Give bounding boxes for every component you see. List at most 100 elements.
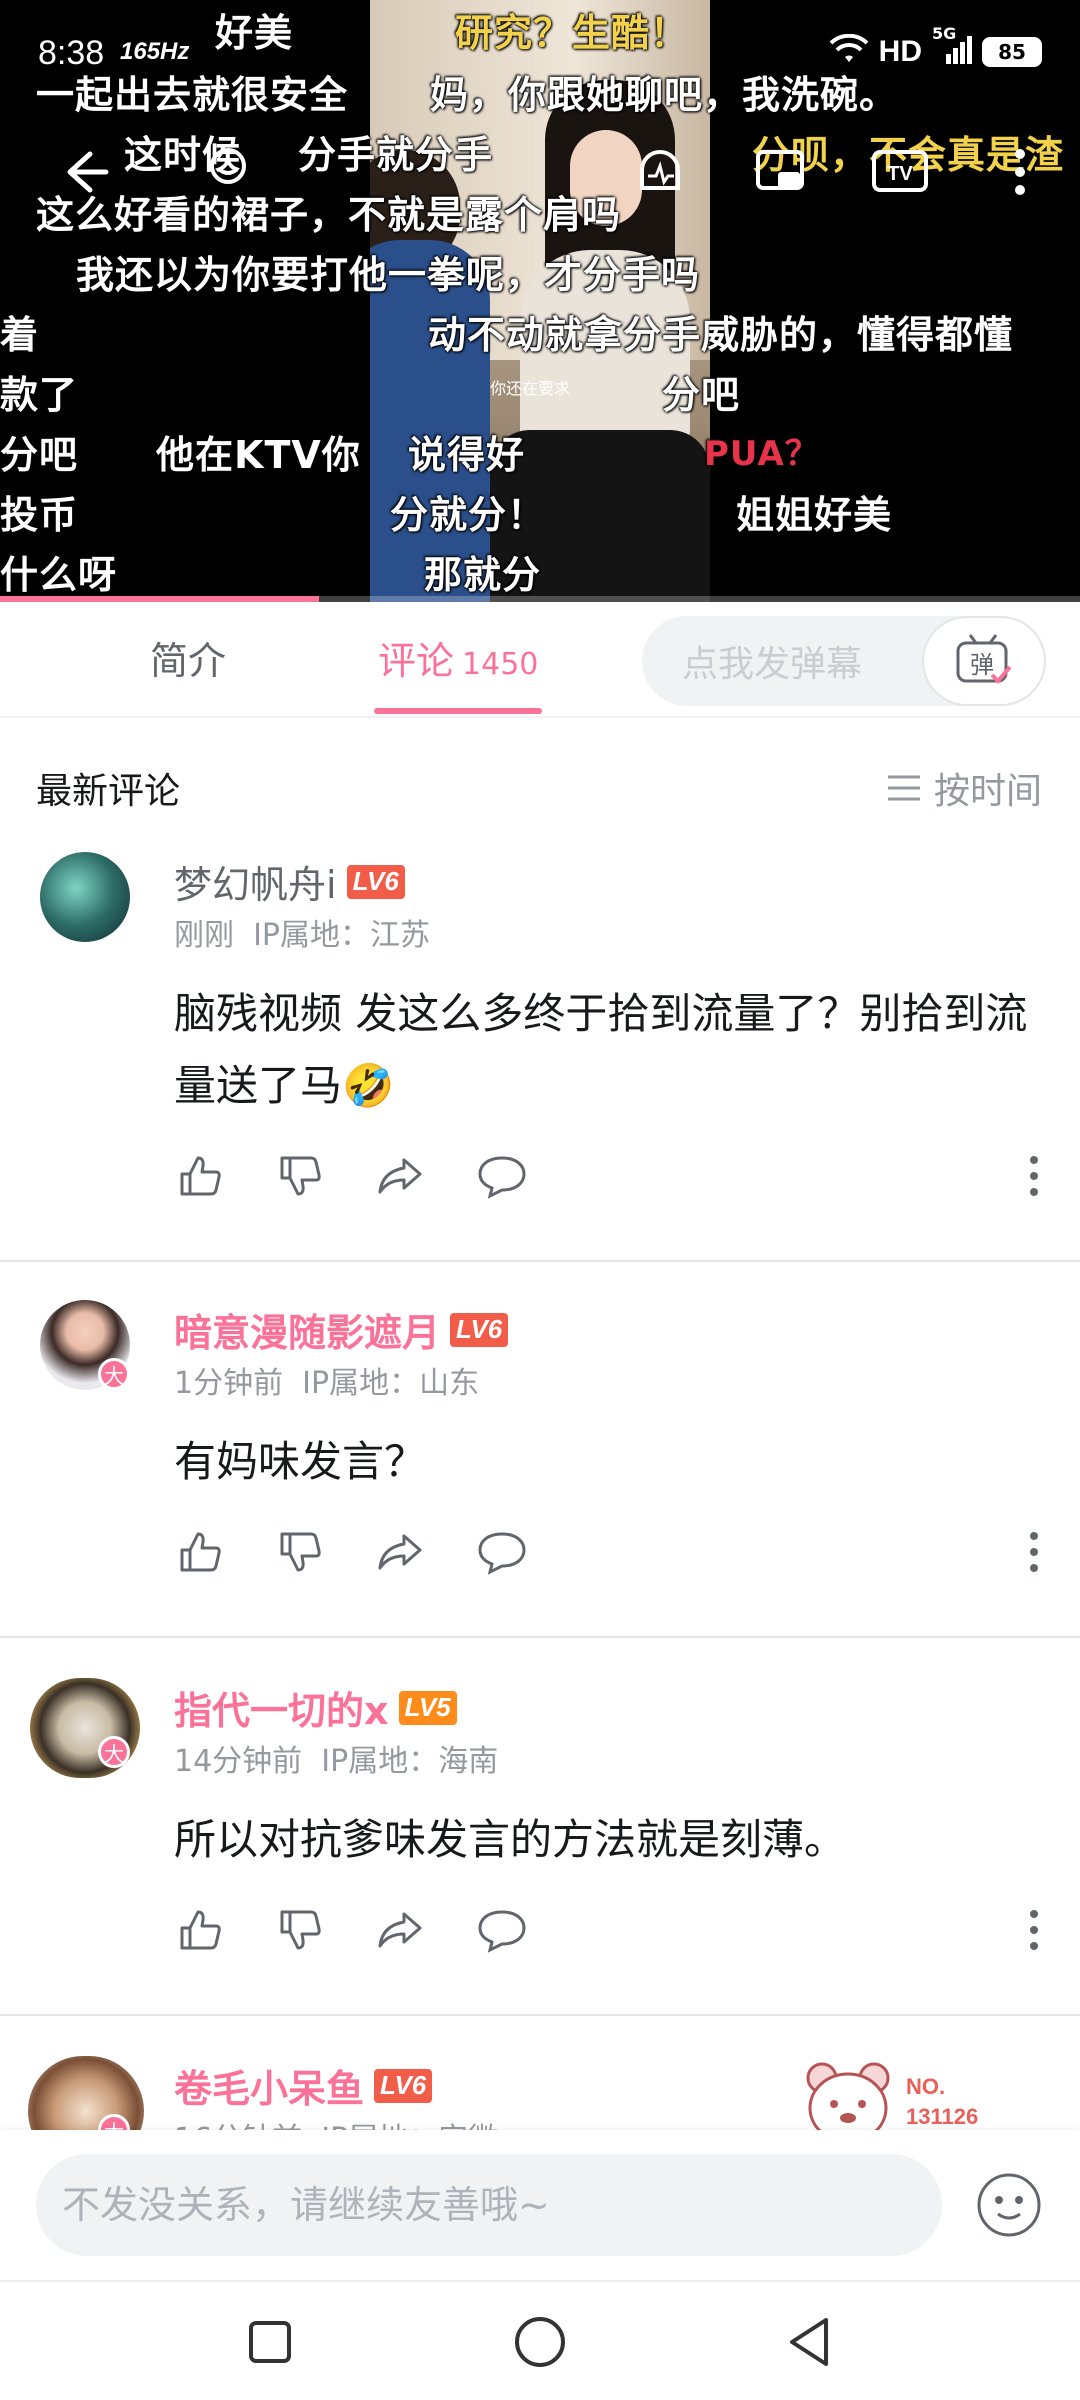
like-icon[interactable]: [174, 1904, 226, 1956]
back-icon[interactable]: [48, 136, 120, 208]
more-vertical-icon[interactable]: [984, 136, 1056, 208]
comment-actions: [174, 1150, 1054, 1210]
comments-header: 最新评论 按时间: [0, 718, 1080, 854]
bear-mascot-icon: [806, 2062, 890, 2130]
level-badge: LV5: [398, 1690, 457, 1725]
danmaku: 这么好看的裙子，不就是露个肩吗: [36, 193, 622, 237]
video-caption: 你还在要求: [490, 379, 571, 398]
reply-bar: 不发没关系，请继续友善哦~: [0, 2130, 1080, 2280]
danmaku: 投币: [0, 493, 79, 537]
divider: [0, 2014, 1080, 2016]
avatar[interactable]: [28, 2056, 144, 2130]
comment-meta: 14分钟前 IP属地：海南: [174, 1744, 499, 1779]
level-badge: LV6: [374, 2068, 433, 2103]
comment-meta: 16分钟前 IP属地：安徽: [174, 2114, 498, 2130]
comment-username[interactable]: 卷毛小呆鱼 LV6: [174, 2058, 433, 2113]
danmaku: PUA？: [704, 434, 820, 474]
comment-item: 大 指代一切的x LV5 14分钟前 IP属地：海南 所以对抗爹味发言的方法就是…: [0, 1678, 1080, 2016]
refresh-rate: 165Hz: [120, 38, 190, 65]
comment-meta: 1分钟前 IP属地：山东: [174, 1366, 480, 1401]
danmaku-icon: 弹: [956, 634, 1012, 684]
live-icon[interactable]: [624, 136, 696, 208]
tab-comments[interactable]: 评论 1450: [378, 630, 538, 685]
avatar[interactable]: [40, 852, 130, 942]
fan-card[interactable]: NO. 131126: [800, 2056, 1040, 2130]
danmaku: 分就分！: [390, 493, 547, 537]
system-nav-bar: [0, 2280, 1080, 2400]
reply-icon[interactable]: [476, 1150, 528, 1202]
divider: [0, 1260, 1080, 1262]
more-options-icon[interactable]: [1014, 1904, 1054, 1956]
danmaku: 着: [0, 313, 40, 357]
danmaku: 我还以为你要打他一拳呢，才分手吗: [76, 253, 701, 297]
dislike-icon[interactable]: [274, 1904, 326, 1956]
like-icon[interactable]: [174, 1526, 226, 1578]
fan-card-number: NO. 131126: [906, 2074, 979, 2129]
danmaku: 分吧: [662, 373, 741, 417]
comment-actions: [174, 1904, 1054, 1964]
comment-item: 梦幻帆舟i LV6 刚刚 IP属地：江苏 脑残视频 发这么多终于拾到流量了？别拾…: [0, 852, 1080, 1262]
comment-item: 大 卷毛小呆鱼 LV6 16分钟前 IP属地：安徽 NO. 131126: [0, 2056, 1080, 2130]
level-badge: LV6: [450, 1312, 509, 1347]
dislike-icon[interactable]: [274, 1150, 326, 1202]
danmaku: 分吧: [0, 433, 79, 477]
recents-icon[interactable]: [234, 2306, 306, 2378]
status-time: 8:38: [38, 34, 105, 72]
comment-username[interactable]: 梦幻帆舟i LV6: [174, 854, 405, 909]
list-icon: [887, 775, 920, 801]
home-icon[interactable]: [504, 2306, 576, 2378]
comment-actions: [174, 1526, 1054, 1586]
danmaku: 说得好: [408, 433, 526, 477]
tab-indicator: [374, 708, 542, 714]
reply-icon[interactable]: [476, 1904, 528, 1956]
battery-icon: 85: [982, 37, 1042, 67]
more-options-icon[interactable]: [1014, 1526, 1054, 1578]
danmaku: 分手就分手: [298, 133, 494, 177]
video-player[interactable]: 你还在要求 好美 研究？生酷！ 一起出去就很安全 妈，你跟她聊吧，我洗碗。 这时…: [0, 0, 1080, 602]
tab-intro[interactable]: 简介: [150, 630, 226, 685]
like-icon[interactable]: [174, 1150, 226, 1202]
divider: [0, 1636, 1080, 1638]
comment-content: 所以对抗爹味发言的方法就是刻薄。: [174, 1815, 847, 1864]
danmaku: 什么呀: [0, 553, 118, 597]
comment-username[interactable]: 暗意漫随影遮月 LV6: [174, 1302, 509, 1357]
danmaku: 动不动就拿分手威胁的，懂得都懂: [428, 313, 1014, 357]
comment-content: 脑残视频 发这么多终于拾到流量了？别拾到流量送了马🤣: [174, 989, 1028, 1110]
level-badge: LV6: [346, 864, 405, 899]
dislike-icon[interactable]: [274, 1526, 326, 1578]
pip-icon[interactable]: [744, 136, 816, 208]
avatar-outline-icon[interactable]: [192, 136, 264, 208]
emoji-icon[interactable]: [974, 2170, 1044, 2240]
reply-icon[interactable]: [476, 1526, 528, 1578]
comment-content: 有妈味发言？: [174, 1437, 427, 1486]
sort-button[interactable]: 按时间: [886, 762, 1042, 814]
tv-cast-icon[interactable]: TV: [864, 136, 936, 208]
svg-text:TV: TV: [887, 163, 913, 185]
status-bar: 8:38 165Hz HD 5G 85: [0, 0, 1080, 110]
reply-input[interactable]: 不发没关系，请继续友善哦~: [36, 2154, 942, 2256]
share-icon[interactable]: [374, 1904, 426, 1956]
wifi-icon: [829, 33, 869, 70]
back-nav-icon[interactable]: [774, 2306, 846, 2378]
comment-item: 大 暗意漫随影遮月 LV6 1分钟前 IP属地：山东 有妈味发言？: [0, 1300, 1080, 1638]
da-member-badge: 大: [98, 1736, 130, 1768]
comment-meta: 刚刚 IP属地：江苏: [174, 918, 431, 953]
svg-text:弹: 弹: [970, 651, 994, 679]
comments-title: 最新评论: [36, 771, 181, 812]
tab-bar: 简介 评论 1450 点我发弹幕 弹: [0, 602, 1080, 718]
share-icon[interactable]: [374, 1526, 426, 1578]
danmaku: 他在KTV你: [156, 433, 361, 477]
comment-username[interactable]: 指代一切的x LV5: [174, 1680, 457, 1735]
danmaku: 那就分: [424, 553, 542, 597]
share-icon[interactable]: [374, 1150, 426, 1202]
danmaku: 款了: [0, 373, 79, 417]
comment-count: 1450: [462, 647, 539, 682]
more-options-icon[interactable]: [1014, 1150, 1054, 1202]
network-type: HD: [878, 35, 922, 68]
danmaku-input[interactable]: 点我发弹幕: [642, 635, 922, 687]
danmaku: 姐姐好美: [736, 493, 893, 537]
signal-icon: 5G: [932, 24, 972, 70]
danmaku-toggle-button[interactable]: 弹: [922, 616, 1046, 706]
danmaku-input-box[interactable]: 点我发弹幕 弹: [642, 616, 1046, 706]
da-member-badge: 大: [98, 1358, 130, 1390]
